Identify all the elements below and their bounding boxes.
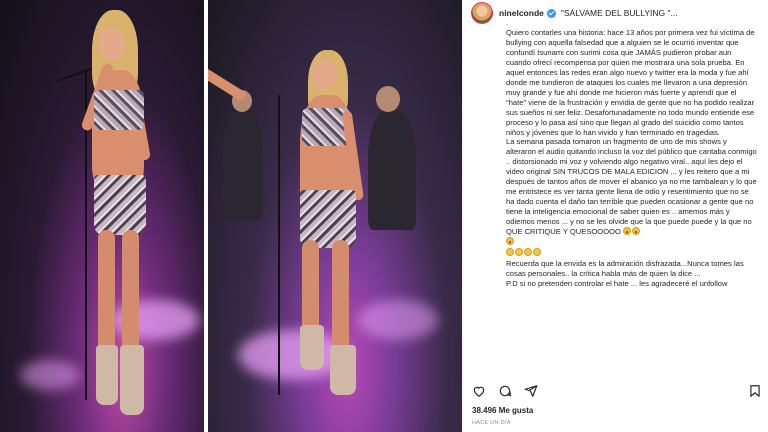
emoji-row: [506, 237, 758, 248]
avatar[interactable]: [471, 2, 493, 24]
like-count[interactable]: 38.496 Me gusta: [472, 406, 533, 415]
post-title: "SÁLVAME DEL BULLYING "...: [560, 8, 678, 18]
grinning-face-icon: [506, 248, 514, 257]
share-icon[interactable]: [524, 384, 538, 398]
laughing-face-icon: [632, 227, 641, 236]
performer: [70, 0, 190, 432]
performer: [208, 0, 408, 432]
action-bar: [472, 381, 762, 401]
photo-right: [208, 0, 462, 432]
caption-paragraph: La semana pasada tomaron un fragmento de…: [506, 137, 757, 237]
caption-paragraph: P.D si no pretenden controlar el hate ..…: [506, 278, 728, 288]
post-media[interactable]: [0, 0, 462, 432]
post-timestamp: HACE UN DÍA: [472, 420, 511, 426]
laughing-face-icon: [623, 227, 632, 236]
caption-paragraph: Recuerda que la envida es la admiración …: [506, 259, 744, 278]
grinning-face-icon: [515, 248, 523, 257]
bookmark-icon[interactable]: [748, 384, 762, 398]
grinning-face-icon: [524, 248, 532, 257]
heart-icon[interactable]: [472, 384, 486, 398]
laughing-face-icon: [506, 237, 514, 246]
grinning-face-icon: [533, 248, 541, 257]
caption-paragraph: Quiero contarles una historia: hace 13 a…: [506, 28, 755, 137]
username[interactable]: ninelconde: [499, 8, 544, 18]
photo-left: [0, 0, 204, 432]
verified-badge-icon: [546, 8, 556, 18]
post-caption: . Quiero contarles una historia: hace 13…: [506, 18, 758, 288]
emoji-row: [506, 248, 758, 259]
crew-member: [223, 110, 263, 220]
comment-icon[interactable]: [498, 384, 512, 398]
